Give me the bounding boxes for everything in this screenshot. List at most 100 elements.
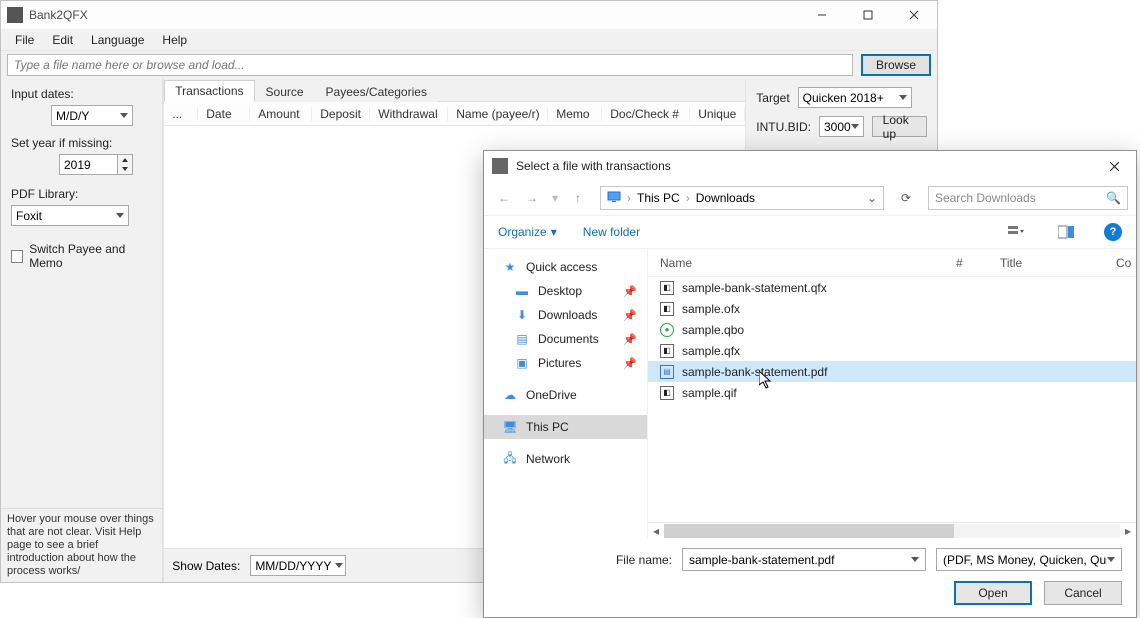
cancel-button[interactable]: Cancel: [1044, 581, 1122, 605]
view-options-icon[interactable]: [1004, 220, 1028, 244]
set-year-stepper[interactable]: [59, 154, 152, 175]
col-unique[interactable]: Unique: [690, 107, 745, 121]
file-row[interactable]: ▤sample-bank-statement.pdf: [648, 361, 1136, 382]
file-row[interactable]: ◧ sample-bank-statement.qfx: [648, 277, 1136, 298]
target-select[interactable]: Quicken 2018+: [798, 87, 912, 108]
left-panel: Input dates: M/D/Y Set year if missing: …: [1, 79, 163, 582]
file-path-input[interactable]: [7, 54, 853, 76]
col-amount[interactable]: Amount: [250, 107, 312, 121]
dialog-close-button[interactable]: [1092, 151, 1136, 181]
path-bar: Browse: [1, 51, 937, 79]
cloud-icon: ☁: [502, 388, 518, 402]
close-button[interactable]: [891, 1, 937, 29]
tree-network[interactable]: 🖧 Network: [484, 447, 647, 471]
tree-onedrive[interactable]: ☁ OneDrive: [484, 383, 647, 407]
pin-icon: 📌: [623, 309, 637, 322]
menu-edit[interactable]: Edit: [44, 31, 81, 49]
scroll-left-icon[interactable]: ◂: [648, 524, 664, 538]
col-doccheck[interactable]: Doc/Check #: [602, 107, 690, 121]
col-title[interactable]: Title: [988, 256, 1104, 270]
help-icon[interactable]: ?: [1104, 223, 1122, 241]
tree-documents[interactable]: ▤ Documents📌: [484, 327, 647, 351]
intubid-label: INTU.BID:: [756, 120, 811, 134]
file-icon: ●: [660, 323, 674, 337]
hint-text: Hover your mouse over things that are no…: [1, 508, 162, 582]
search-input[interactable]: Search Downloads 🔍: [928, 186, 1128, 210]
tab-source[interactable]: Source: [255, 81, 315, 102]
nav-up-icon[interactable]: ↑: [566, 186, 590, 210]
app-title: Bank2QFX: [29, 8, 88, 22]
filename-input[interactable]: sample-bank-statement.pdf: [682, 548, 926, 571]
download-icon: ⬇: [514, 308, 530, 322]
nav-forward-icon[interactable]: →: [520, 186, 544, 210]
menu-help[interactable]: Help: [154, 31, 195, 49]
file-type-filter[interactable]: (PDF, MS Money, Quicken, Qui: [936, 548, 1122, 571]
tree-downloads[interactable]: ⬇ Downloads📌: [484, 303, 647, 327]
year-up-icon[interactable]: [118, 155, 132, 165]
organize-menu[interactable]: Organize ▾: [498, 225, 557, 239]
pictures-icon: ▣: [514, 356, 530, 370]
tree-quick-access[interactable]: ★ Quick access: [484, 255, 647, 279]
chevron-down-icon[interactable]: ⌄: [867, 191, 877, 205]
file-row[interactable]: ◧sample.qif: [648, 382, 1136, 403]
year-down-icon[interactable]: [118, 165, 132, 175]
file-list: Name # Title Co ◧ sample-bank-statement.q…: [648, 249, 1136, 538]
tabstrip: Transactions Source Payees/Categories: [164, 79, 745, 102]
menu-language[interactable]: Language: [83, 31, 152, 49]
col-name[interactable]: Name: [648, 256, 944, 270]
file-name: sample-bank-statement.qfx: [682, 281, 827, 295]
file-row[interactable]: ●sample.qbo: [648, 319, 1136, 340]
dialog-title: Select a file with transactions: [516, 159, 671, 173]
nav-tree: ★ Quick access ▬ Desktop📌 ⬇ Downloads📌 ▤…: [484, 249, 648, 538]
tab-payees-categories[interactable]: Payees/Categories: [315, 81, 438, 102]
dialog-toolbar: Organize ▾ New folder ?: [484, 215, 1136, 249]
tab-transactions[interactable]: Transactions: [164, 80, 254, 102]
file-icon: ◧: [660, 344, 674, 358]
dialog-footer: File name: sample-bank-statement.pdf (PD…: [484, 538, 1136, 617]
input-dates-select[interactable]: M/D/Y: [51, 105, 133, 126]
star-icon: ★: [502, 260, 518, 274]
file-open-dialog: Select a file with transactions ← → ▾ ↑ …: [483, 150, 1137, 618]
file-icon: ◧: [660, 281, 674, 295]
col-deposit[interactable]: Deposit: [312, 107, 370, 121]
show-dates-select[interactable]: MM/DD/YYYY: [250, 555, 346, 576]
col-expand[interactable]: ...: [164, 107, 198, 121]
lookup-button[interactable]: Look up: [872, 116, 927, 137]
pc-icon: 🖥: [502, 420, 518, 434]
preview-pane-icon[interactable]: [1054, 220, 1078, 244]
col-num[interactable]: #: [944, 256, 988, 270]
nav-recent-icon[interactable]: ▾: [548, 186, 562, 210]
minimize-button[interactable]: [799, 1, 845, 29]
open-button[interactable]: Open: [954, 581, 1032, 605]
col-co[interactable]: Co: [1104, 256, 1136, 270]
pdf-library-label: PDF Library:: [11, 187, 152, 201]
browse-button[interactable]: Browse: [861, 54, 931, 76]
crumb-folder[interactable]: Downloads: [696, 191, 755, 205]
pdf-library-select[interactable]: Foxit: [11, 205, 129, 226]
file-row[interactable]: ◧sample.ofx: [648, 298, 1136, 319]
switch-payee-memo-checkbox[interactable]: Switch Payee and Memo: [11, 242, 152, 270]
col-date[interactable]: Date: [198, 107, 250, 121]
file-row[interactable]: ◧sample.qfx: [648, 340, 1136, 361]
horizontal-scrollbar[interactable]: ◂ ▸: [648, 522, 1136, 538]
scroll-right-icon[interactable]: ▸: [1120, 524, 1136, 538]
maximize-button[interactable]: [845, 1, 891, 29]
crumb-root[interactable]: This PC: [637, 191, 680, 205]
intubid-select[interactable]: 3000: [819, 116, 864, 137]
menubar: File Edit Language Help: [1, 29, 937, 51]
col-withdrawal[interactable]: Withdrawal: [370, 107, 448, 121]
tree-this-pc[interactable]: 🖥 This PC: [484, 415, 647, 439]
tree-desktop[interactable]: ▬ Desktop📌: [484, 279, 647, 303]
menu-file[interactable]: File: [7, 31, 42, 49]
col-name[interactable]: Name (payee/r): [448, 107, 548, 121]
nav-back-icon[interactable]: ←: [492, 186, 516, 210]
dialog-icon: [492, 158, 508, 174]
breadcrumb[interactable]: › This PC › Downloads ⌄: [600, 186, 884, 210]
new-folder-button[interactable]: New folder: [583, 225, 640, 239]
tree-pictures[interactable]: ▣ Pictures📌: [484, 351, 647, 375]
pin-icon: 📌: [623, 285, 637, 298]
col-memo[interactable]: Memo: [548, 107, 602, 121]
scroll-thumb[interactable]: [664, 524, 954, 538]
refresh-icon[interactable]: ⟳: [894, 186, 918, 210]
chevron-down-icon: ▾: [551, 225, 557, 239]
